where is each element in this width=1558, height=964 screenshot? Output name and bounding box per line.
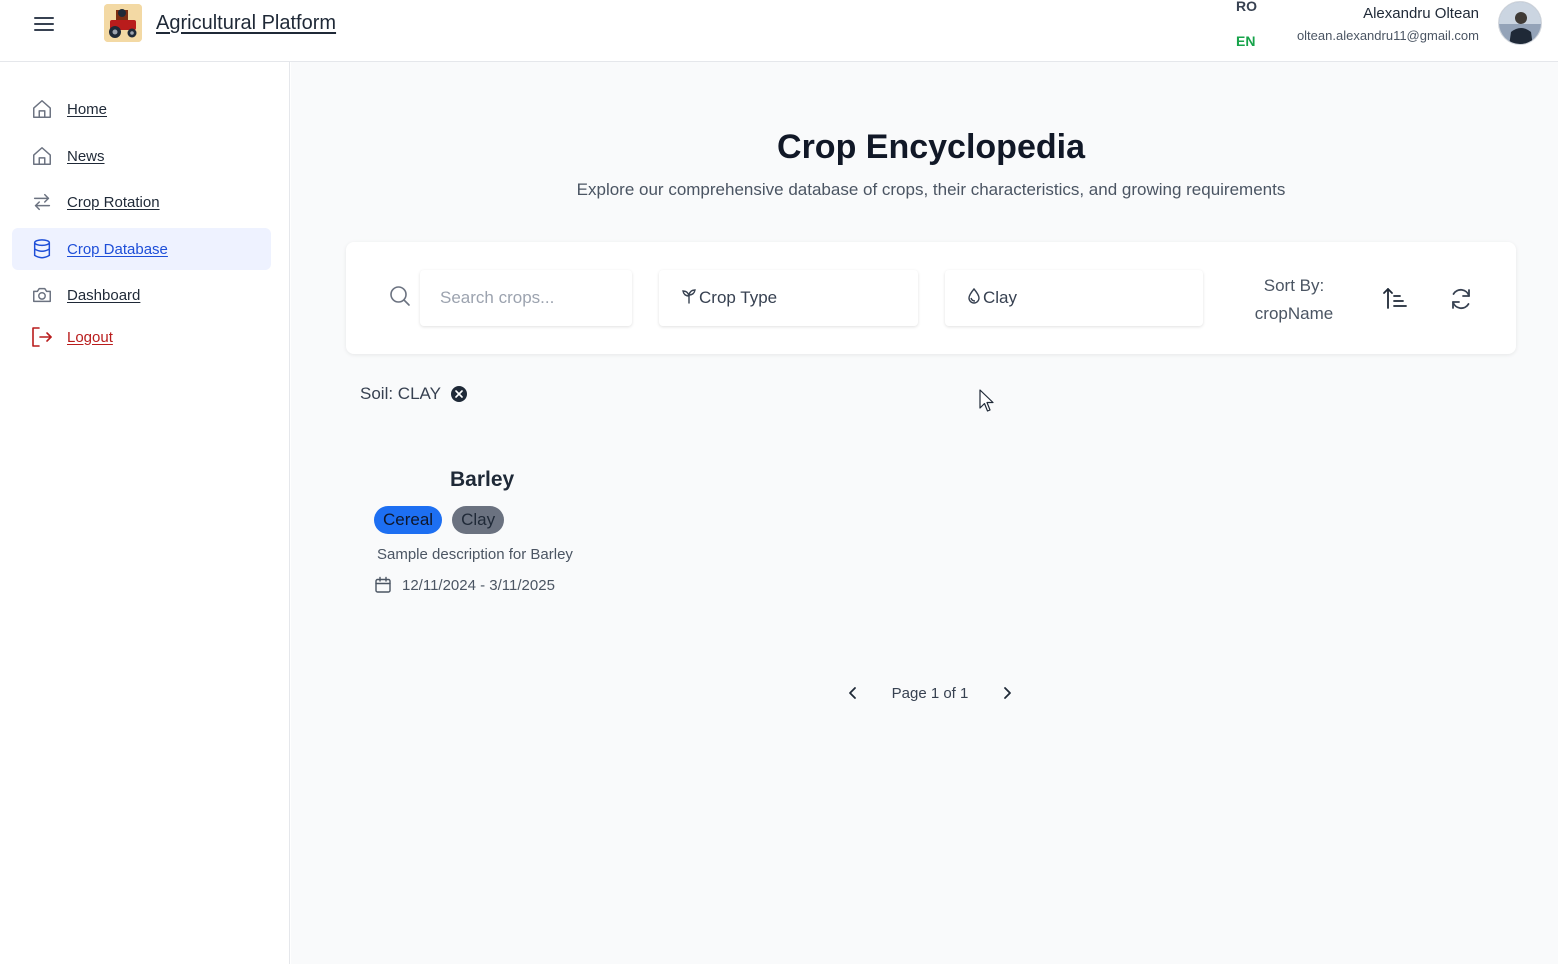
sort-ascending-icon[interactable] bbox=[1381, 284, 1411, 314]
active-filter-label: Soil: CLAY bbox=[360, 384, 441, 403]
database-icon bbox=[30, 237, 54, 261]
sidebar-item-label: Home bbox=[67, 100, 108, 118]
repeat-icon bbox=[30, 190, 54, 214]
mouse-cursor-icon bbox=[979, 389, 995, 418]
pagination: Page 1 of 1 bbox=[840, 678, 1020, 708]
sidebar-item-crop-rotation[interactable]: Crop Rotation bbox=[12, 181, 271, 223]
language-en-button[interactable]: EN bbox=[1236, 33, 1255, 49]
sort-by-label[interactable]: Sort By: cropName bbox=[1239, 272, 1349, 328]
sort-by-text: Sort By: bbox=[1263, 276, 1325, 295]
home-icon bbox=[30, 144, 54, 168]
sidebar-item-label: Logout bbox=[67, 328, 113, 346]
user-email: oltean.alexandru11@gmail.com bbox=[1296, 28, 1479, 43]
soil-type-select[interactable]: Clay bbox=[945, 270, 1203, 326]
droplet-icon bbox=[967, 287, 981, 308]
page-subtitle: Explore our comprehensive database of cr… bbox=[576, 180, 1286, 199]
search-icon bbox=[388, 284, 412, 308]
refresh-icon[interactable] bbox=[1446, 284, 1476, 314]
sidebar-item-home[interactable]: Home bbox=[12, 88, 271, 130]
main-content: Crop Encyclopedia Explore our comprehens… bbox=[291, 62, 1558, 964]
filter-bar: Search crops... Crop Type Clay Sort By: … bbox=[346, 242, 1516, 354]
top-header: Agricultural Platform RO EN Alexandru Ol… bbox=[0, 0, 1558, 62]
sidebar-item-label: Crop Rotation bbox=[67, 193, 160, 211]
sidebar-item-label: Crop Database bbox=[67, 240, 168, 258]
soil-type-label: Clay bbox=[983, 288, 1018, 307]
crop-type-select[interactable]: Crop Type bbox=[659, 270, 918, 326]
crop-date-range: 12/11/2024 - 3/11/2025 bbox=[402, 576, 555, 594]
crop-type-badge: Cereal bbox=[374, 506, 443, 534]
sidebar: Home News Crop Rotation Crop Database Da… bbox=[0, 62, 290, 964]
sidebar-item-news[interactable]: News bbox=[12, 135, 271, 177]
page-indicator: Page 1 of 1 bbox=[891, 684, 969, 702]
active-filter-chip: Soil: CLAY bbox=[360, 384, 467, 404]
language-ro-button[interactable]: RO bbox=[1236, 0, 1257, 14]
sidebar-item-crop-database[interactable]: Crop Database bbox=[12, 228, 271, 270]
tractor-logo-icon[interactable] bbox=[104, 4, 142, 42]
crop-card[interactable]: Barley Cereal Clay Sample description fo… bbox=[364, 458, 624, 608]
soil-type-badge: Clay bbox=[452, 506, 505, 534]
hamburger-menu-icon[interactable] bbox=[30, 12, 58, 36]
avatar[interactable] bbox=[1498, 1, 1542, 45]
sidebar-item-label: Dashboard bbox=[67, 286, 141, 304]
crop-name: Barley bbox=[450, 468, 515, 491]
sidebar-item-logout[interactable]: Logout bbox=[12, 316, 271, 358]
user-name: Alexandru Oltean bbox=[1363, 5, 1479, 22]
sidebar-item-label: News bbox=[67, 147, 105, 165]
sort-field-text: cropName bbox=[1254, 304, 1334, 323]
sidebar-item-dashboard[interactable]: Dashboard bbox=[12, 274, 271, 316]
close-icon[interactable] bbox=[450, 386, 467, 402]
chevron-left-icon[interactable] bbox=[840, 680, 866, 706]
chevron-right-icon[interactable] bbox=[994, 680, 1020, 706]
crop-badges: Cereal Clay bbox=[374, 506, 514, 534]
page-title: Crop Encyclopedia bbox=[777, 128, 1085, 166]
camera-icon bbox=[30, 283, 54, 307]
app-title[interactable]: Agricultural Platform bbox=[156, 12, 336, 35]
calendar-icon bbox=[375, 576, 391, 593]
search-input[interactable]: Search crops... bbox=[420, 270, 632, 326]
sprout-icon bbox=[681, 288, 697, 308]
logout-icon bbox=[30, 325, 54, 349]
crop-dates: 12/11/2024 - 3/11/2025 bbox=[374, 576, 555, 594]
home-icon bbox=[30, 97, 54, 121]
crop-type-label: Crop Type bbox=[699, 288, 778, 307]
crop-description: Sample description for Barley bbox=[377, 546, 573, 563]
